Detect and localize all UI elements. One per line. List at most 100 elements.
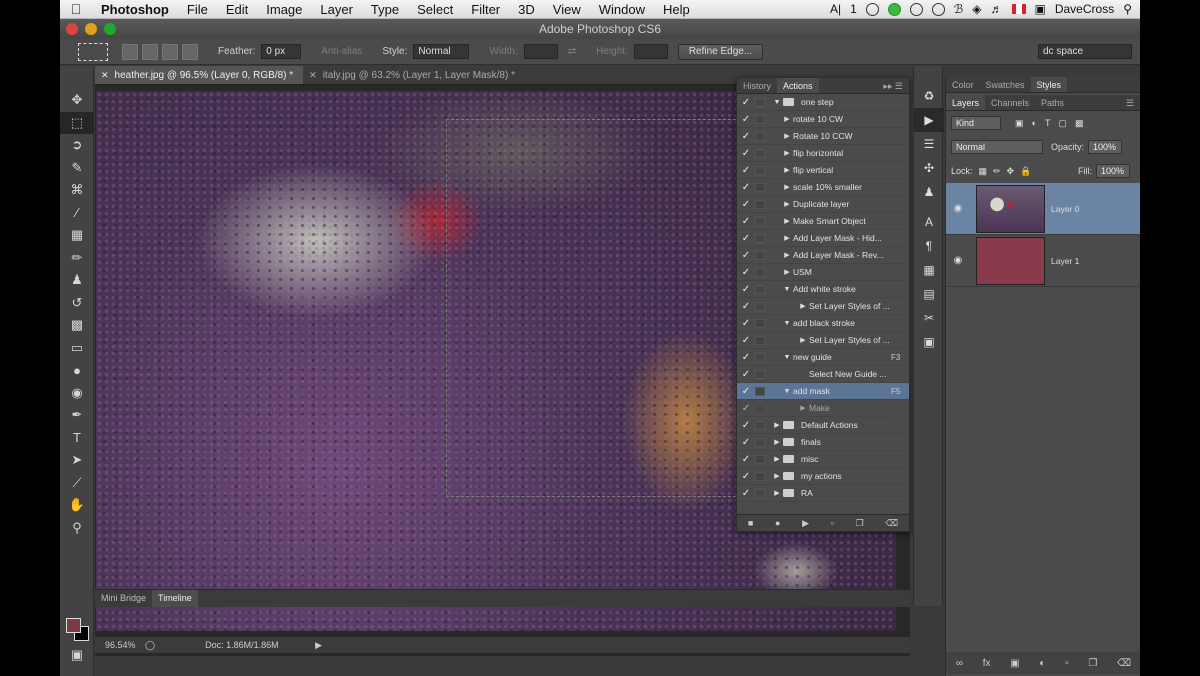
- clone-stamp-tool-icon[interactable]: ♟: [60, 269, 94, 292]
- toggle-check-icon[interactable]: ✓: [737, 165, 755, 176]
- dialog-toggle[interactable]: [755, 131, 765, 141]
- dialog-toggle[interactable]: [755, 114, 765, 124]
- dialog-toggle[interactable]: [755, 284, 765, 294]
- minimize-window-icon[interactable]: [85, 23, 97, 35]
- type-tool-icon[interactable]: T: [60, 427, 94, 450]
- action-row-selected[interactable]: ✓ ▼ add mask F5: [737, 383, 909, 400]
- quick-mask-icon[interactable]: ▣: [60, 645, 94, 665]
- toggle-check-icon[interactable]: ✓: [737, 471, 755, 482]
- menu-select[interactable]: Select: [408, 2, 462, 17]
- hand-tool-icon[interactable]: ✋: [60, 494, 94, 517]
- action-set-row[interactable]: ✓ ▼ one step: [737, 94, 909, 111]
- action-row[interactable]: ✓ ▼ add black stroke: [737, 315, 909, 332]
- zoom-tool-icon[interactable]: ⚲: [60, 517, 94, 540]
- height-input[interactable]: [633, 44, 668, 59]
- new-group-icon[interactable]: ▫: [1065, 658, 1069, 669]
- tab-history[interactable]: History: [737, 78, 777, 93]
- toggle-check-icon[interactable]: ✓: [737, 369, 755, 380]
- expand-down-icon[interactable]: ▼: [781, 320, 793, 327]
- dialog-toggle[interactable]: [755, 250, 765, 260]
- tab-actions[interactable]: Actions: [777, 78, 819, 93]
- status-menu-arrow-icon[interactable]: ▶: [315, 640, 322, 651]
- display-icon[interactable]: ▣: [1035, 2, 1046, 16]
- dialog-toggle[interactable]: [755, 97, 765, 107]
- toggle-check-icon[interactable]: ✓: [737, 437, 755, 448]
- dialog-toggle[interactable]: [755, 199, 765, 209]
- dialog-toggle[interactable]: [755, 352, 765, 362]
- input-flag-icon[interactable]: [1011, 4, 1026, 14]
- feather-input[interactable]: 0 px: [261, 44, 302, 59]
- refine-edge-button[interactable]: Refine Edge...: [677, 43, 764, 60]
- menu-view[interactable]: View: [544, 2, 590, 17]
- quick-selection-tool-icon[interactable]: ✎: [60, 157, 94, 180]
- dialog-toggle[interactable]: [755, 437, 765, 447]
- expand-right-icon[interactable]: ▶: [781, 251, 793, 259]
- apple-icon[interactable]: : [60, 1, 92, 17]
- brush-presets-icon[interactable]: ✣: [914, 156, 944, 180]
- action-row[interactable]: ✓ ▶ rotate 10 CW: [737, 111, 909, 128]
- blend-mode-select[interactable]: Normal: [951, 140, 1043, 154]
- eye-icon[interactable]: [909, 2, 923, 16]
- pen-tool-icon[interactable]: ✒: [60, 404, 94, 427]
- action-row[interactable]: ✓ ▼ Add white stroke: [737, 281, 909, 298]
- layer-row-layer-1[interactable]: ◉ Layer 1: [946, 235, 1140, 287]
- toggle-check-icon[interactable]: ✓: [737, 420, 755, 431]
- toggle-check-icon[interactable]: ✓: [737, 267, 755, 278]
- selection-marquee[interactable]: [446, 119, 746, 497]
- toggle-check-icon[interactable]: ✓: [737, 216, 755, 227]
- expand-down-icon[interactable]: ▼: [781, 286, 793, 293]
- delete-icon[interactable]: ⌫: [885, 518, 898, 529]
- expand-right-icon[interactable]: ▶: [781, 217, 793, 225]
- menu-3d[interactable]: 3D: [509, 2, 544, 17]
- menu-app[interactable]: Photoshop: [92, 2, 178, 17]
- lock-icons[interactable]: ▦✏✥🔒: [979, 166, 1038, 177]
- layer-name[interactable]: Layer 1: [1051, 256, 1079, 266]
- layer-style-fx-icon[interactable]: fx: [983, 658, 991, 669]
- dialog-toggle[interactable]: [755, 471, 765, 481]
- toggle-check-icon[interactable]: ✓: [737, 114, 755, 125]
- expand-right-icon[interactable]: ▶: [781, 234, 793, 242]
- width-input[interactable]: [523, 44, 558, 59]
- style-select[interactable]: Normal: [413, 44, 470, 59]
- menu-filter[interactable]: Filter: [462, 2, 509, 17]
- gradient-tool-icon[interactable]: ▭: [60, 337, 94, 360]
- action-step-row[interactable]: ✓ ▶ Set Layer Styles of ...: [737, 298, 909, 315]
- lasso-tool-icon[interactable]: ➲: [60, 134, 94, 157]
- toggle-check-icon[interactable]: ✓: [737, 233, 755, 244]
- eyedropper-tool-icon[interactable]: ⁄: [60, 202, 94, 225]
- kind-filter-select[interactable]: Kind: [951, 116, 1001, 130]
- eraser-tool-icon[interactable]: ▩: [60, 314, 94, 337]
- line-tool-icon[interactable]: ⟋: [60, 472, 94, 495]
- time-machine-icon[interactable]: [931, 2, 945, 16]
- action-step-row[interactable]: ✓ ▶ Set Layer Styles of ...: [737, 332, 909, 349]
- user-name[interactable]: DaveCross: [1055, 2, 1114, 16]
- character-panel-icon[interactable]: A: [914, 210, 944, 234]
- toggle-check-icon[interactable]: ✓: [737, 250, 755, 261]
- new-set-icon[interactable]: ▫: [831, 518, 834, 528]
- expand-down-icon[interactable]: ▼: [781, 388, 793, 395]
- action-set-row[interactable]: ✓ ▶ Default Actions: [737, 417, 909, 434]
- paragraph-panel-icon[interactable]: ¶: [914, 234, 944, 258]
- toggle-check-icon[interactable]: ✓: [737, 301, 755, 312]
- dialog-toggle[interactable]: [755, 165, 765, 175]
- expand-right-icon[interactable]: ▶: [781, 268, 793, 276]
- zoom-level[interactable]: 96.54%: [95, 640, 145, 650]
- expand-right-icon[interactable]: ▶: [771, 472, 783, 480]
- toggle-check-icon[interactable]: ✓: [737, 182, 755, 193]
- action-set-row[interactable]: ✓ ▶ RA: [737, 485, 909, 502]
- expand-right-icon[interactable]: ▶: [771, 421, 783, 429]
- menu-type[interactable]: Type: [362, 2, 408, 17]
- toggle-check-icon[interactable]: ✓: [737, 403, 755, 414]
- history-brush-tool-icon[interactable]: ↺: [60, 292, 94, 315]
- dialog-toggle[interactable]: [755, 148, 765, 158]
- tab-mini-bridge[interactable]: Mini Bridge: [95, 590, 152, 607]
- layer-comps-icon[interactable]: ▣: [914, 330, 944, 354]
- swap-icon[interactable]: ⇄: [568, 46, 576, 57]
- expand-right-icon[interactable]: ▶: [781, 200, 793, 208]
- action-row[interactable]: ✓ ▶ flip vertical: [737, 162, 909, 179]
- healing-brush-tool-icon[interactable]: ▦: [60, 224, 94, 247]
- new-action-icon[interactable]: ❐: [856, 518, 864, 529]
- expand-right-icon[interactable]: ▶: [797, 404, 809, 412]
- expand-right-icon[interactable]: ▶: [781, 149, 793, 157]
- action-row[interactable]: ✓ ▶ Add Layer Mask - Hid...: [737, 230, 909, 247]
